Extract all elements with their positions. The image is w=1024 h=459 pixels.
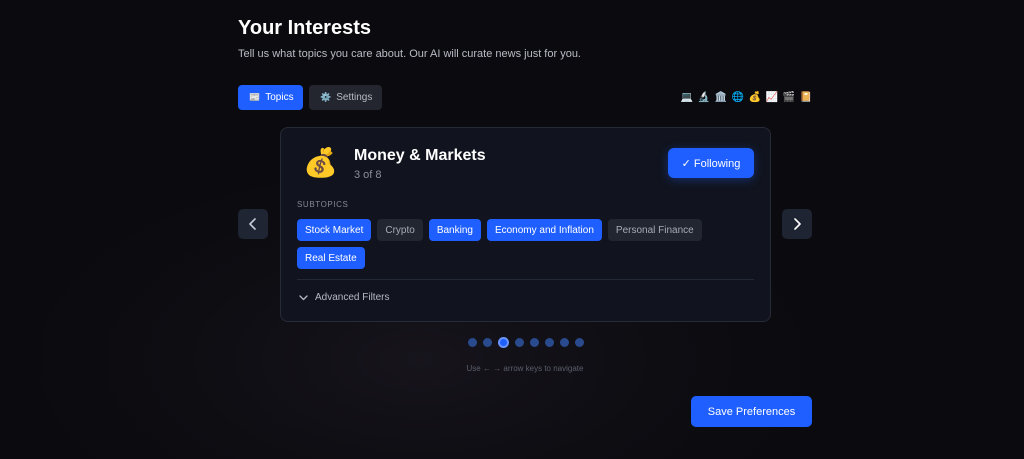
gear-icon: ⚙️: [320, 92, 332, 102]
interests-panel: Your Interests Tell us what topics you c…: [238, 0, 812, 459]
advanced-filters-toggle[interactable]: Advanced Filters: [299, 292, 389, 303]
page-dot-1[interactable]: [468, 338, 477, 347]
page-dot-2[interactable]: [483, 338, 492, 347]
chevron-down-icon: [299, 294, 308, 300]
subtopics-label: SUBTOPICS: [297, 200, 349, 209]
save-preferences-button[interactable]: Save Preferences: [691, 396, 812, 427]
page-dot-6[interactable]: [545, 338, 554, 347]
globe-icon[interactable]: 🌐: [732, 91, 744, 104]
page-dot-8[interactable]: [575, 338, 584, 347]
subtopic-list: Stock Market Crypto Banking Economy and …: [297, 219, 757, 269]
tab-settings[interactable]: ⚙️ Settings: [309, 85, 382, 110]
chevron-left-icon: [249, 218, 256, 230]
next-topic-button[interactable]: [782, 209, 812, 239]
page-dot-4[interactable]: [515, 338, 524, 347]
page-dot-7[interactable]: [560, 338, 569, 347]
tab-settings-label: Settings: [336, 92, 373, 103]
money-bag-icon: 💰: [303, 147, 338, 178]
page-dot-5[interactable]: [530, 338, 539, 347]
tab-bar: 📰 Topics ⚙️ Settings: [238, 85, 382, 110]
page-title: Your Interests: [238, 17, 371, 39]
classical-building-icon[interactable]: 🏛️: [715, 91, 727, 104]
subtopic-chip-crypto[interactable]: Crypto: [377, 219, 423, 241]
tab-topics[interactable]: 📰 Topics: [238, 85, 303, 110]
topic-counter: 3 of 8: [354, 169, 382, 181]
subtopic-chip-stock-market[interactable]: Stock Market: [297, 219, 372, 241]
subtopic-chip-real-estate[interactable]: Real Estate: [297, 247, 365, 269]
tab-topics-label: Topics: [265, 92, 294, 103]
newspaper-icon: 📰: [249, 92, 261, 102]
page-dot-3[interactable]: [498, 337, 509, 348]
subtopic-chip-economy-inflation[interactable]: Economy and Inflation: [486, 219, 602, 241]
topic-card: 💰 Money & Markets 3 of 8 ✓ Following SUB…: [280, 127, 771, 322]
money-bag-icon[interactable]: 💰: [749, 91, 761, 104]
advanced-filters-label: Advanced Filters: [315, 292, 390, 303]
topic-title: Money & Markets: [354, 147, 486, 164]
subtopic-chip-banking[interactable]: Banking: [428, 219, 481, 241]
microscope-icon[interactable]: 🔬: [698, 91, 710, 104]
page-subtitle: Tell us what topics you care about. Our …: [238, 48, 581, 60]
topic-quick-nav: 💻 🔬 🏛️ 🌐 💰 📈 🎬 📔: [681, 91, 812, 104]
card-divider: [297, 279, 754, 280]
keyboard-hint: Use ← → arrow keys to navigate: [466, 364, 584, 373]
following-button[interactable]: ✓ Following: [668, 148, 754, 178]
chevron-right-icon: [794, 218, 801, 230]
chart-increasing-icon[interactable]: 📈: [766, 91, 778, 104]
book-icon[interactable]: 📔: [800, 91, 812, 104]
pagination-dots: [468, 337, 584, 348]
laptop-icon[interactable]: 💻: [681, 91, 693, 104]
previous-topic-button[interactable]: [238, 209, 268, 239]
subtopic-chip-personal-finance[interactable]: Personal Finance: [607, 219, 702, 241]
clapper-board-icon[interactable]: 🎬: [783, 91, 795, 104]
